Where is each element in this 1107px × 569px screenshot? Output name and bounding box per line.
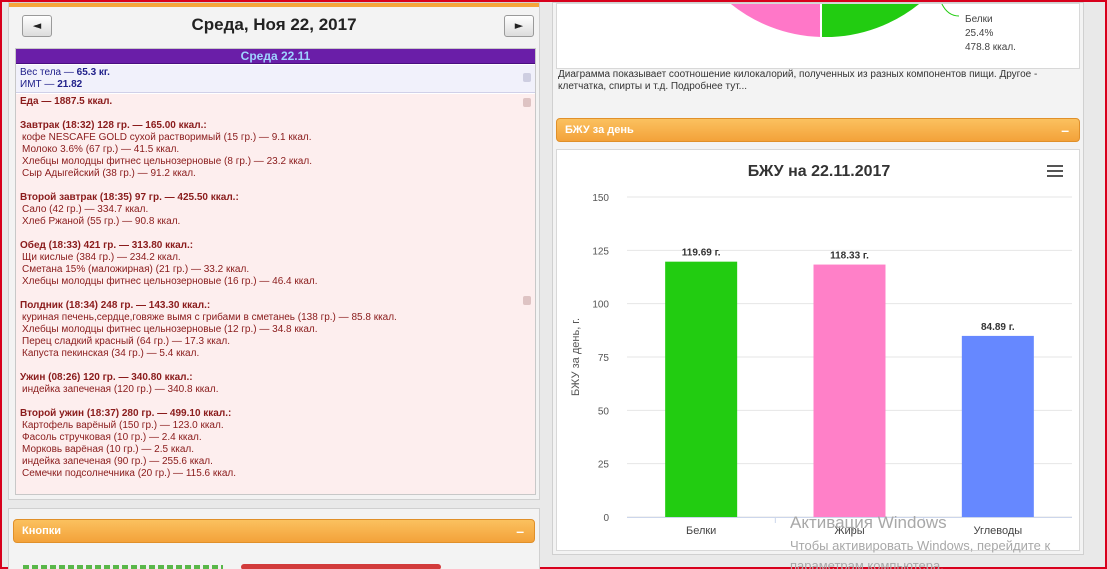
windows-activation-text: Чтобы активировать Windows, перейдите к (790, 538, 1051, 553)
weight-value: 65.3 кг. (76, 67, 110, 78)
charts-panel: Белки 25.4% 478.8 ккал. Диаграмма показы… (552, 2, 1084, 555)
button-thumbnail-red (241, 564, 441, 569)
meal-header: Второй завтрак (18:35) 97 гр. — 425.50 к… (20, 192, 239, 203)
food-item: Перец сладкий красный (64 гр.) — 17.3 кк… (22, 336, 230, 347)
meal-header: Ужин (08:26) 120 гр. — 340.80 ккал.: (20, 372, 193, 383)
pie-slice-pink (730, 4, 821, 37)
buttons-widget-header[interactable]: Кнопки – (13, 519, 535, 543)
weight-box: Вес тела — 65.3 кг. ИМТ — 21.82 (16, 65, 535, 93)
food-list: Еда — 1887.5 ккал. Завтрак (18:32) 128 гр… (16, 94, 535, 494)
food-item: Молоко 3.6% (67 гр.) — 41.5 ккал. (22, 144, 180, 155)
food-edit-icon[interactable] (523, 98, 531, 107)
meal-header: Еда — 1887.5 ккал. (20, 96, 113, 107)
food-item: Сметана 15% (маложирная) (21 гр.) — 33.2… (22, 264, 250, 275)
bar-3[interactable] (961, 335, 1034, 517)
weight-edit-icon[interactable] (523, 73, 531, 82)
y-tick-label: 150 (592, 193, 609, 204)
food-item: индейка запеченая (120 гр.) — 340.8 ккал… (22, 384, 219, 395)
bju-widget-header[interactable]: БЖУ за день – (556, 118, 1080, 142)
bar-data-label: 119.69 г. (682, 248, 721, 259)
button-thumbnail (23, 565, 223, 569)
food-item: Хлеб Ржаной (55 гр.) — 90.8 ккал. (22, 216, 181, 227)
buttons-widget: Кнопки – (8, 508, 540, 569)
meal-header: Второй ужин (18:37) 280 гр. — 499.10 кка… (20, 408, 232, 419)
weight-line: Вес тела — 65.3 кг. (20, 67, 531, 79)
bar-data-label: 118.33 г. (830, 251, 869, 262)
y-tick-label: 0 (603, 513, 609, 524)
y-tick-label: 125 (592, 246, 609, 257)
food-item: индейка запеченая (90 гр.) — 255.6 ккал. (22, 456, 213, 467)
bar-2[interactable] (813, 264, 886, 517)
bju-bar-chart: БЖУ на 22.11.2017 0 25 50 75 100 125 150 БЖУ за … (570, 163, 1072, 537)
chart-menu-icon[interactable] (1047, 165, 1063, 177)
windows-activation-title: Активация Windows (790, 513, 947, 532)
day-diary-panel: ◄ Среда, Ноя 22, 2017 ► Среда 22.11 Вес … (8, 2, 540, 500)
food-item: Сало (42 гр.) — 334.7 ккал. (22, 204, 149, 215)
prev-day-button[interactable]: ◄ (22, 15, 52, 37)
bmi-label: ИМТ — (20, 79, 58, 90)
y-tick-label: 25 (598, 460, 610, 471)
pie-slice-green (821, 4, 920, 38)
food-item: Хлебцы молодцы фитнес цельнозерновые (8 … (22, 156, 312, 167)
y-tick-label: 100 (592, 300, 609, 311)
date-title: Среда, Ноя 22, 2017 (191, 15, 357, 34)
bju-widget-title: БЖУ за день (565, 124, 634, 136)
food-item: Сыр Адыгейский (38 гр.) — 91.2 ккал. (22, 168, 196, 179)
weight-label: Вес тела — (20, 67, 77, 78)
day-entry-panel: Среда 22.11 Вес тела — 65.3 кг. ИМТ — 21… (15, 48, 536, 495)
food-item: Щи кислые (384 гр.) — 234.2 ккал. (22, 252, 181, 263)
bju-widget-minimize-icon[interactable]: – (1061, 119, 1069, 141)
food-item: куриная печень,сердце,говяже вымя с гриб… (22, 312, 397, 323)
windows-activation-text-2: параметрам компьютера. (790, 558, 944, 569)
pie-chart: Белки 25.4% 478.8 ккал. (730, 4, 1016, 53)
buttons-widget-minimize-icon[interactable]: – (516, 520, 524, 542)
food-item: Хлебцы молодцы фитнес цельнозерновые (12… (22, 324, 318, 335)
y-tick-label: 75 (598, 353, 610, 364)
bar-data-label: 84.89 г. (981, 322, 1015, 333)
meal-header: Полдник (18:34) 248 гр. — 143.30 ккал.: (20, 300, 211, 311)
food-item: Хлебцы молодцы фитнес цельнозерновые (16… (22, 276, 318, 287)
food-item: Капуста пекинская (34 гр.) — 5.4 ккал. (22, 348, 200, 359)
bju-chart-box: БЖУ на 22.11.2017 0 25 50 75 100 125 150 БЖУ за … (556, 149, 1080, 551)
y-tick-label: 50 (598, 406, 610, 417)
chart-title: БЖУ на 22.11.2017 (748, 163, 891, 180)
snack-edit-icon[interactable] (523, 296, 531, 305)
pie-note: Диаграмма показывает соотношение килокал… (558, 69, 1038, 92)
pie-legend-connector (941, 4, 960, 17)
x-tick-label: Белки (686, 525, 716, 537)
pie-legend-kcal: 478.8 ккал. (965, 42, 1016, 53)
food-item: Морковь варёная (10 гр.) — 2.5 ккал. (22, 444, 195, 455)
bmi-line: ИМТ — 21.82 (20, 79, 531, 91)
food-item: кофе NESCAFE GOLD сухой растворимый (15 … (22, 132, 312, 143)
food-item: Семечки подсолнечника (20 гр.) — 115.6 к… (22, 468, 237, 479)
pie-legend-name: Белки (965, 14, 993, 25)
top-accent-bar (9, 3, 539, 7)
day-header: Среда 22.11 (16, 49, 535, 64)
meal-header: Завтрак (18:32) 128 гр. — 165.00 ккал.: (20, 120, 207, 131)
food-item: Картофель варёный (150 гр.) — 123.0 ккал… (22, 420, 224, 431)
bmi-value: 21.82 (57, 79, 83, 90)
food-item: Фасоль стручковая (10 гр.) — 2.4 ккал. (22, 432, 202, 443)
pie-legend-pct: 25.4% (965, 28, 993, 39)
next-day-button[interactable]: ► (504, 15, 534, 37)
bar-1[interactable] (665, 261, 738, 517)
buttons-widget-title: Кнопки (22, 525, 61, 537)
y-axis-label: БЖУ за день, г. (570, 318, 582, 396)
x-tick-label: Углеводы (973, 525, 1022, 537)
meal-header: Обед (18:33) 421 гр. — 313.80 ккал.: (20, 240, 194, 251)
pie-chart-box: Белки 25.4% 478.8 ккал. (556, 3, 1080, 69)
